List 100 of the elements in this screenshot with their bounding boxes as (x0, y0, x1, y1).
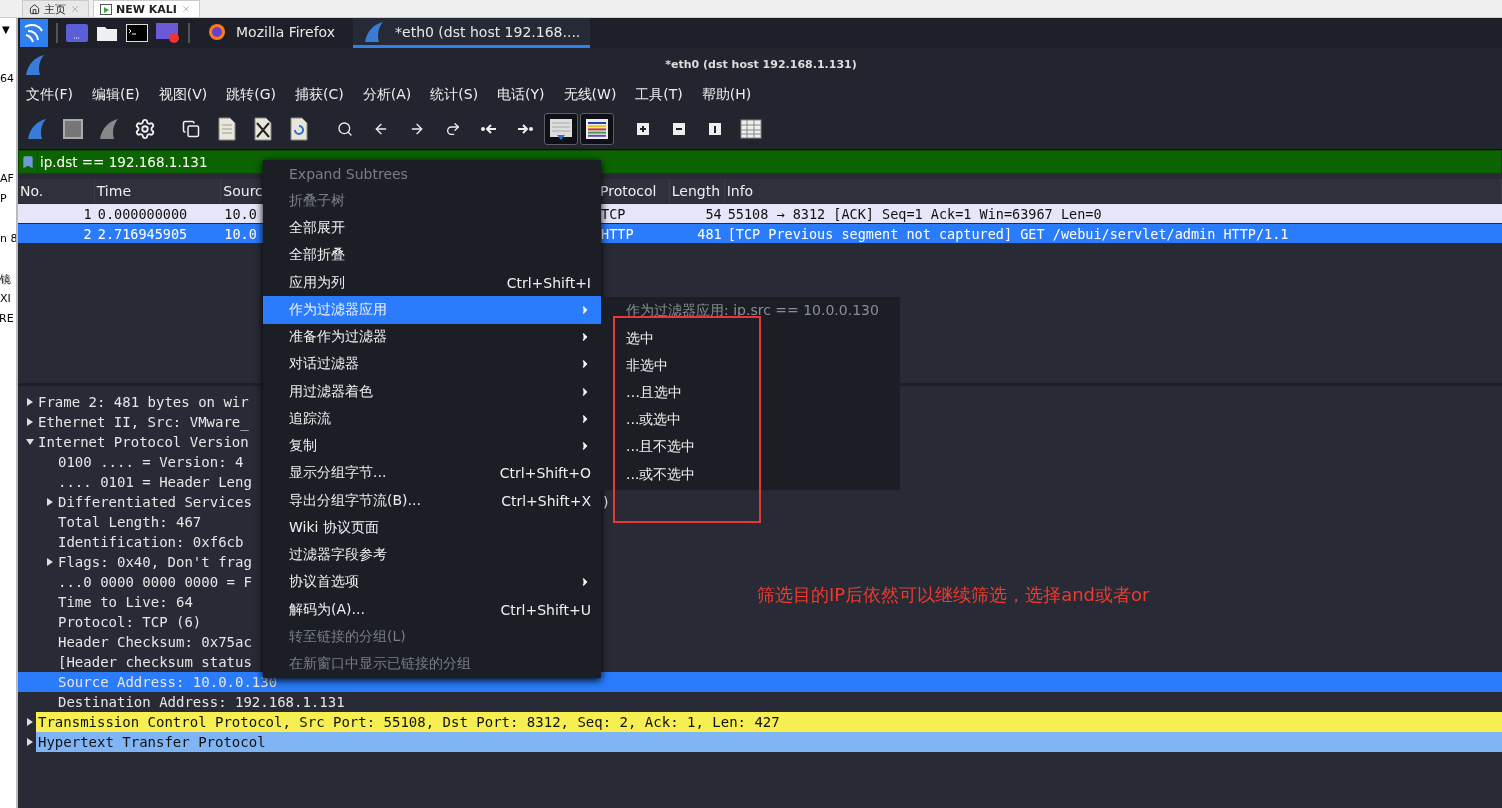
collapsed-arrow-icon[interactable] (26, 418, 34, 426)
context-menu-item[interactable]: 导出分组字节流(B)... Ctrl+Shift+X (263, 487, 601, 515)
context-menu-item[interactable]: 用过滤器着色 (263, 378, 601, 406)
host-tab-label: NEW KALI (116, 2, 177, 16)
table-cell: 10.0 (224, 205, 257, 222)
column-header[interactable]: Length (669, 179, 725, 203)
host-tab-label: 主页 (44, 1, 66, 17)
collapsed-arrow-icon[interactable] (26, 398, 34, 406)
column-header[interactable]: Time (94, 179, 222, 203)
tree-item: Protocol: TCP (6) (57, 613, 202, 632)
colored-lines-icon[interactable] (580, 113, 614, 145)
table-cell: TCP (601, 205, 626, 222)
tree-item: [Header checksum status (57, 653, 252, 672)
shortcut-label: Ctrl+Shift+O (499, 465, 591, 482)
menu-item[interactable]: 捕获(C) (295, 86, 344, 104)
tree-item: Transmission Control Protocol, Src Port: 55108, Dst Port: 8312, Seq: 2, Ack: 1, Len: 427 (36, 712, 1502, 732)
tree-item: Total Length: 467 (57, 513, 202, 532)
tree-item: Internet Protocol Version (37, 433, 249, 452)
context-menu-item[interactable]: Wiki 协议页面 (263, 514, 601, 542)
annotation-text: 筛选目的IP后依然可以继续筛选，选择and或者or (757, 583, 1150, 607)
submenu-item[interactable]: ...或选中 (601, 406, 900, 434)
context-menu-item[interactable]: 显示分组字节... Ctrl+Shift+O (263, 459, 601, 487)
table-cell: 481 (697, 225, 722, 242)
collapsed-arrow-icon[interactable] (26, 718, 34, 726)
task-button[interactable]: Mozilla Firefox (198, 18, 346, 48)
menu-item[interactable]: 分析(A) (362, 86, 412, 104)
tree-item: Identification: 0xf6cb (57, 533, 244, 552)
column-header[interactable]: No. (18, 179, 95, 203)
context-menu-item[interactable]: 过滤器字段参考 (263, 541, 601, 569)
screen-recorder-icon[interactable] (156, 23, 180, 43)
collapsed-arrow-icon[interactable] (26, 738, 34, 746)
column-header[interactable]: Info (724, 179, 1502, 203)
clipped-text: n 8 (0, 232, 16, 245)
menu-item[interactable]: 编辑(E) (92, 86, 140, 104)
context-menu-item[interactable]: 追踪流 (263, 405, 601, 433)
tree-item: .... 0101 = Header Leng (57, 473, 252, 492)
task-button[interactable]: *eth0 (dst host 192.168.... (353, 18, 591, 48)
menu-item[interactable]: 帮助(H) (701, 86, 752, 104)
collapsed-arrow-icon[interactable] (46, 498, 54, 506)
context-menu-item[interactable]: 协议首选项 (263, 568, 601, 596)
submenu-item[interactable]: …且选中 (601, 379, 900, 407)
menu-item[interactable]: 无线(W) (563, 86, 617, 104)
shortcut-label: Ctrl+Shift+X (501, 492, 591, 509)
menu-item[interactable]: 文件(F) (26, 86, 73, 104)
host-tab[interactable]: NEW KALI (93, 0, 200, 17)
context-menu-item[interactable]: 准备作为过滤器 (263, 323, 601, 351)
list-scroll-icon[interactable] (544, 113, 578, 145)
dropdown-arrow[interactable]: ▼ (2, 24, 10, 35)
clipped-text: AF (0, 172, 14, 185)
table-cell: 54 (705, 205, 722, 222)
context-menu-item[interactable]: 解码为(A)... Ctrl+Shift+U (263, 596, 601, 624)
shortcut-label: Ctrl+Shift+U (500, 601, 591, 618)
fin-icon (26, 118, 48, 140)
submenu-item[interactable]: 非选中 (601, 352, 900, 380)
task-label: *eth0 (dst host 192.168.... (395, 23, 581, 40)
table-cell: 0.000000000 (97, 205, 188, 222)
tree-item: Hypertext Transfer Protocol (36, 732, 1502, 752)
menu-item[interactable]: 视图(V) (158, 86, 208, 104)
context-menu-item[interactable]: 复制 (263, 432, 601, 460)
host-tab[interactable]: 主页 (22, 0, 89, 17)
tree-item: Header Checksum: 0x75ac (57, 633, 252, 652)
menu-item[interactable]: 统计(S) (430, 86, 479, 104)
collapsed-arrow-icon[interactable] (46, 558, 54, 566)
fin-icon (363, 20, 386, 43)
tree-item: Destination Address: 192.168.1.131 (57, 693, 345, 712)
tree-item: 0100 .... = Version: 4 (57, 453, 244, 472)
tree-item: Ethernet II, Src: VMware_ (37, 413, 249, 432)
clipped-text: RE (0, 312, 14, 325)
bookmark-icon[interactable] (21, 155, 35, 169)
tree-item: Flags: 0x40, Don't frag (57, 553, 252, 572)
menu-item[interactable]: 电话(Y) (497, 86, 545, 104)
context-menu-item[interactable]: 对话过滤器 (263, 350, 601, 378)
context-menu-item[interactable]: 全部折叠 (263, 241, 601, 269)
folder-icon[interactable] (96, 24, 118, 42)
clipped-text: P (0, 192, 7, 205)
submenu-item[interactable]: 选中 (601, 325, 900, 353)
clipped-text: 镜 (0, 272, 11, 287)
context-menu-item[interactable]: 应用为列 Ctrl+Shift+I (263, 269, 601, 297)
home-icon (29, 3, 40, 15)
table-cell: [TCP Previous segment not captured] GET /webui/servlet/admin HTTP/1.1 (727, 225, 1289, 242)
table-cell: 2.716945905 (97, 225, 188, 242)
vm-play-icon (100, 3, 112, 15)
table-cell: 1 (83, 205, 92, 222)
tree-item: Time to Live: 64 (57, 593, 193, 612)
task-label: Mozilla Firefox (236, 23, 336, 40)
window-title: *eth0 (dst host 192.168.1.131) (664, 58, 858, 71)
expanded-arrow-icon[interactable] (26, 438, 34, 446)
table-cell: 10.0 (224, 225, 257, 242)
submenu-item[interactable]: ...且不选中 (601, 433, 900, 461)
terminal-icon[interactable] (126, 24, 148, 42)
tree-item: ...0 0000 0000 0000 = F (57, 573, 252, 592)
tree-item: Differentiated Services (57, 493, 252, 512)
browser-globe-icon (208, 22, 226, 41)
context-menu-item[interactable]: 作为过滤器应用 (263, 296, 601, 324)
menu-item[interactable]: 工具(T) (635, 86, 683, 104)
submenu-item[interactable]: ...或不选中 (601, 460, 900, 489)
clipped-text: XI (0, 292, 11, 305)
app-fin-icon (24, 53, 46, 76)
menu-item[interactable]: 跳转(G) (226, 86, 277, 104)
clipped-text: 64 (0, 72, 14, 85)
